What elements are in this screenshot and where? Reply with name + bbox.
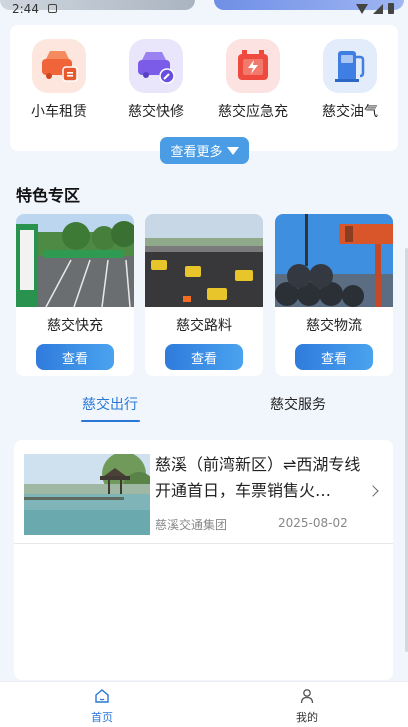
tab-travel[interactable]: 慈交出行: [82, 394, 138, 414]
view-more-label: 查看更多: [170, 145, 223, 160]
news-date: 2025-08-02: [278, 516, 348, 530]
service-emergency-charge[interactable]: 慈交应急充: [210, 39, 296, 121]
wifi-icon: [356, 3, 368, 14]
section-title: 特色专区: [16, 186, 81, 205]
status-time: 2:44: [12, 2, 39, 16]
view-button[interactable]: 查看: [295, 344, 373, 370]
news-title: 慈溪（前湾新区）⇌西湖专线开通首日，车票销售火…: [155, 455, 361, 500]
home-icon: [94, 688, 110, 704]
nav-label: 我的: [296, 711, 318, 724]
service-label: 慈交油气: [322, 104, 378, 120]
feature-label: 慈交物流: [306, 318, 362, 334]
tab-services[interactable]: 慈交服务: [270, 394, 326, 414]
battery-icon: [388, 3, 394, 14]
content-tabs: 慈交出行 慈交服务: [0, 382, 408, 428]
service-car-rental[interactable]: 小车租赁: [16, 39, 102, 121]
view-button[interactable]: 查看: [165, 344, 243, 370]
car-rental-icon: [32, 39, 86, 93]
feature-card-fast-charge[interactable]: 慈交快充 查看: [16, 214, 134, 376]
chevron-right-icon: [367, 485, 379, 497]
news-source: 慈溪交通集团: [155, 518, 228, 532]
service-label: 慈交快修: [128, 104, 184, 120]
feature-card-logistics[interactable]: 慈交物流 查看: [275, 214, 393, 376]
bottom-nav: 首页 我的: [0, 681, 408, 727]
services-card: 小车租赁 慈交快修 慈交应急充 慈交油气: [10, 25, 398, 151]
service-label: 小车租赁: [31, 104, 87, 120]
feature-label: 慈交路料: [176, 318, 232, 334]
logistics-image: [275, 214, 393, 307]
service-label: 慈交应急充: [218, 104, 288, 120]
service-car-repair[interactable]: 慈交快修: [113, 39, 199, 121]
caret-down-icon: [226, 146, 239, 155]
news-thumbnail: [24, 454, 150, 535]
news-card: 慈溪（前湾新区）⇌西湖专线开通首日，车票销售火… 慈溪交通集团 2025-08-…: [14, 440, 393, 680]
tab-underline: [81, 420, 140, 422]
nav-profile[interactable]: 我的: [277, 688, 337, 725]
battery-charge-icon: [226, 39, 280, 93]
car-repair-icon: [129, 39, 183, 93]
nav-home[interactable]: 首页: [72, 688, 132, 725]
fast-charge-image: [16, 214, 134, 307]
news-item[interactable]: 慈溪（前湾新区）⇌西湖专线开通首日，车票销售火… 慈溪交通集团 2025-08-…: [14, 440, 393, 544]
profile-icon: [299, 688, 315, 704]
view-more-button[interactable]: 查看更多: [160, 137, 249, 164]
view-button[interactable]: 查看: [36, 344, 114, 370]
signal-icon: [373, 3, 383, 14]
status-bar: 2:44: [0, 0, 408, 18]
fuel-pump-icon: [323, 39, 377, 93]
feature-label: 慈交快充: [47, 318, 103, 334]
road-material-image: [145, 214, 263, 307]
feature-card-road-material[interactable]: 慈交路料 查看: [145, 214, 263, 376]
notification-icon: [48, 4, 57, 13]
service-fuel-gas[interactable]: 慈交油气: [307, 39, 393, 121]
nav-label: 首页: [91, 711, 113, 724]
